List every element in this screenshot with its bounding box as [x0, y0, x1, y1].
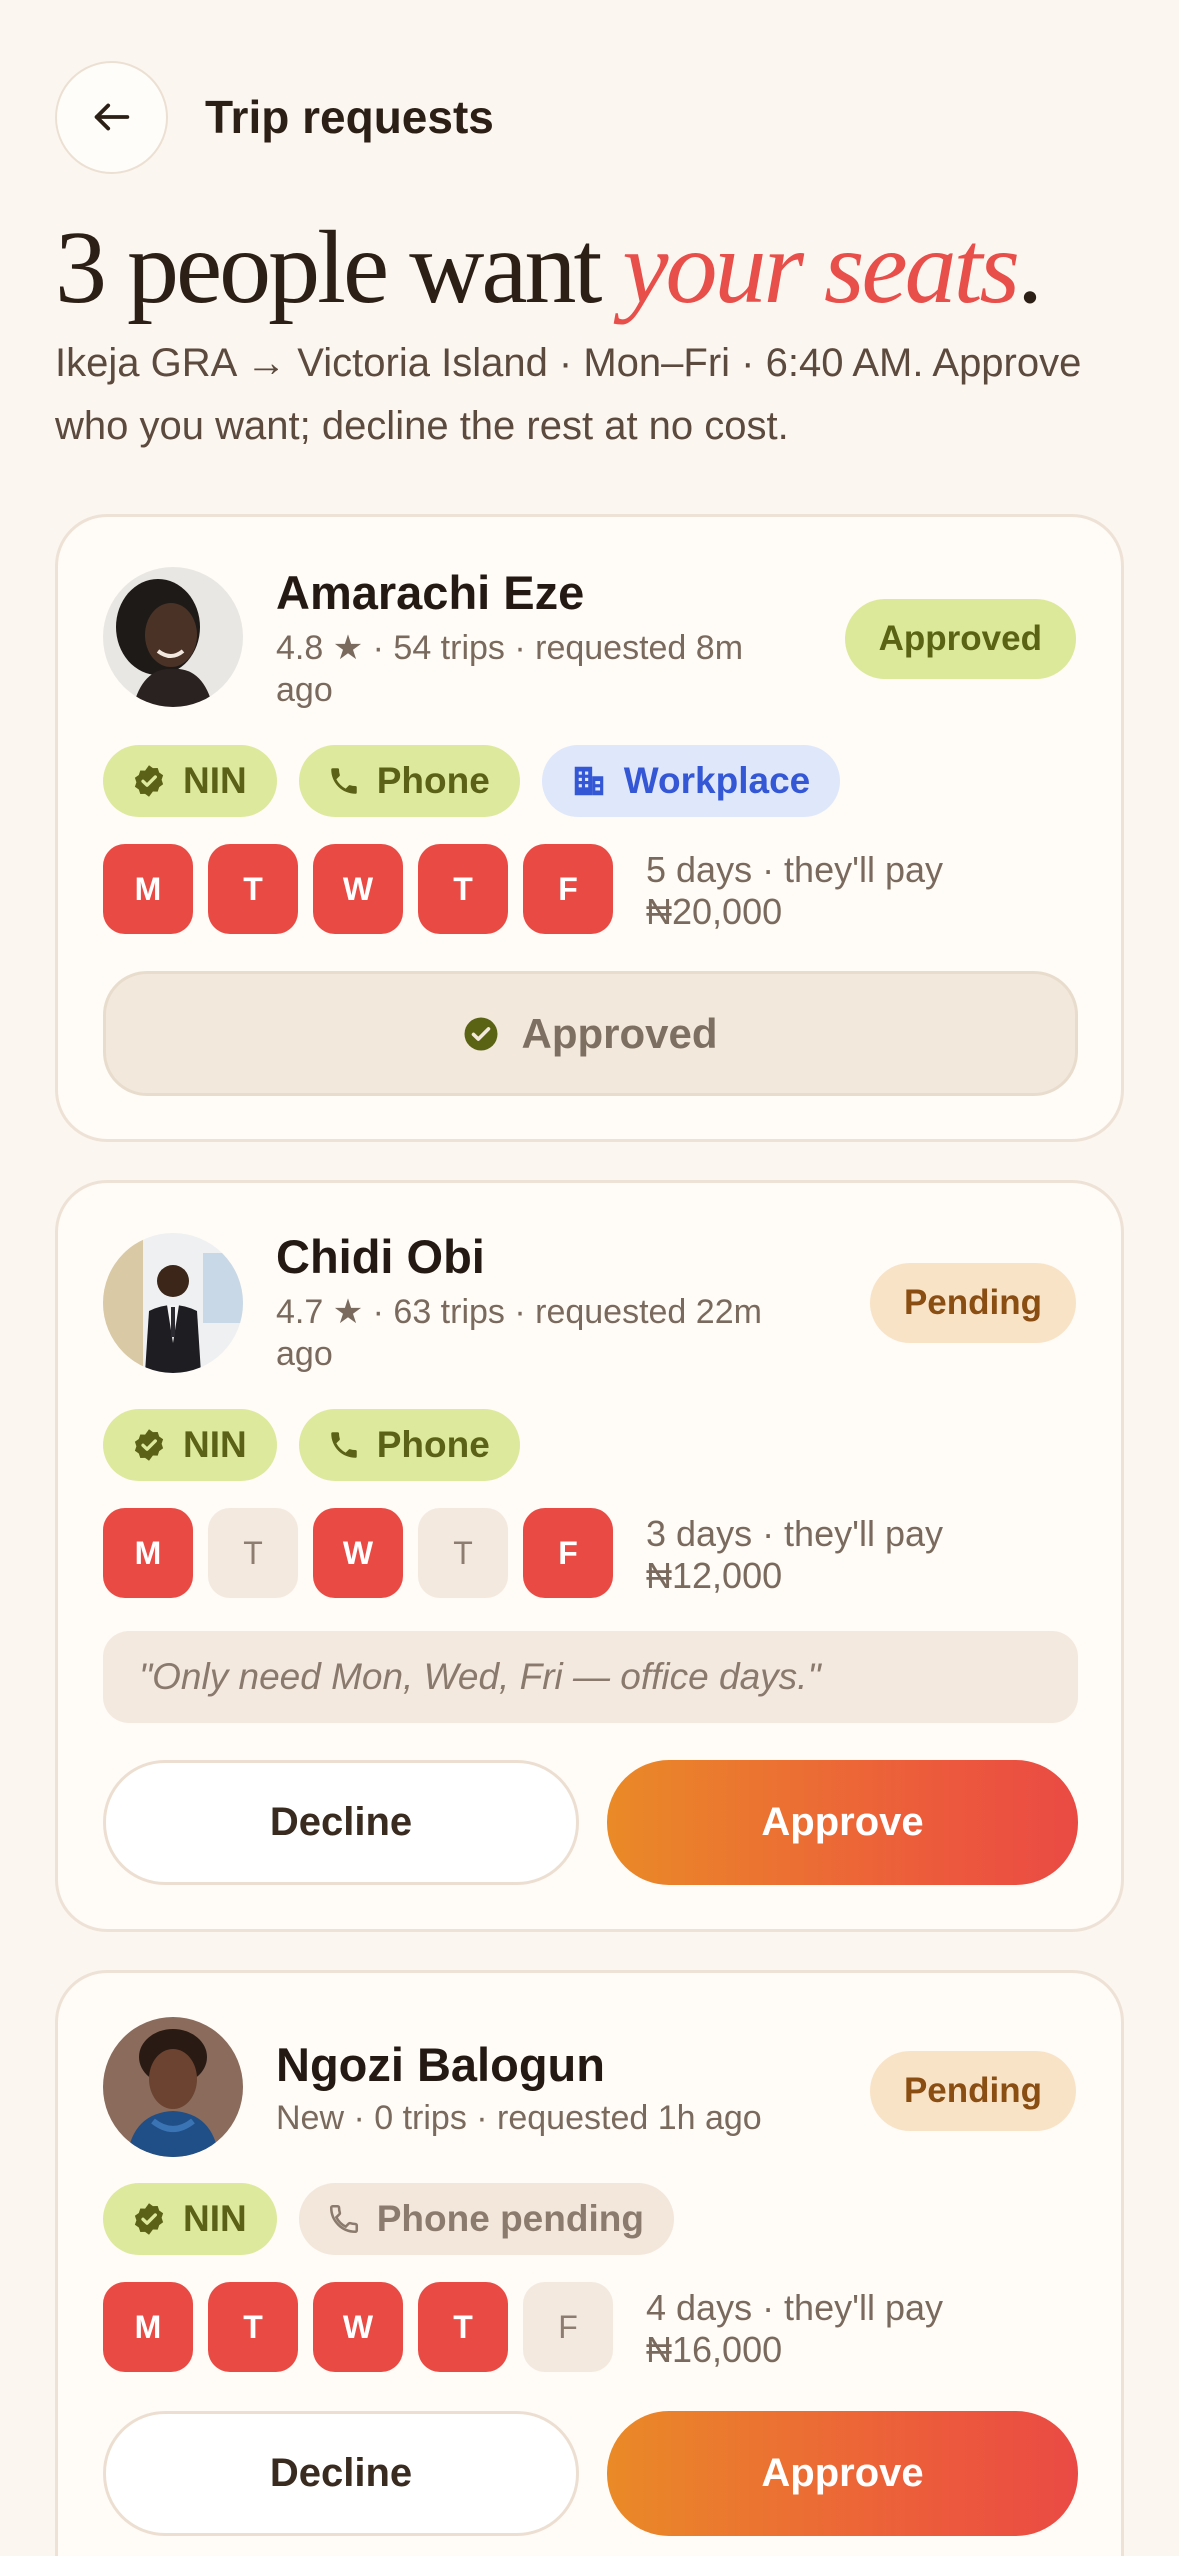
verified-badge-icon — [134, 765, 164, 797]
payment-amount: ₦20,000 — [646, 891, 783, 932]
day-friday: F — [523, 844, 613, 934]
day-monday: M — [103, 844, 193, 934]
requester-meta: New · 0 trips · requested 1h ago — [276, 2099, 762, 2137]
approved-state-button: Approved — [103, 971, 1078, 1096]
action-buttons: Decline Approve — [103, 2411, 1078, 2536]
chip-label: Workplace — [623, 760, 811, 801]
phone-chip: Phone — [298, 745, 520, 817]
day-tuesday: T — [208, 2282, 298, 2372]
day-tuesday: T — [208, 844, 298, 934]
chip-label: Phone pending — [376, 2198, 644, 2239]
payment-days: 5 days · they'll pay — [646, 849, 944, 890]
payment-days: 3 days · they'll pay — [646, 1513, 944, 1554]
request-card: Chidi Obi 4.7 ★ · 63 trips · requested 2… — [55, 1180, 1124, 1932]
day-wednesday: W — [313, 844, 403, 934]
decline-button[interactable]: Decline — [103, 2411, 579, 2536]
chip-label: Phone — [376, 760, 490, 801]
building-icon — [574, 766, 604, 796]
verified-badge-icon — [134, 1429, 164, 1461]
verification-chips: NIN Phone pending — [103, 2183, 674, 2255]
nin-chip: NIN — [103, 1409, 277, 1481]
payment-days: 4 days · they'll pay — [646, 2287, 944, 2328]
day-selector: M T W T F — [103, 1508, 613, 1598]
request-note: "Only need Mon, Wed, Fri — office days." — [103, 1631, 1078, 1723]
payment-amount: ₦12,000 — [646, 1555, 783, 1596]
status-badge: Approved — [844, 599, 1076, 679]
phone-icon — [330, 768, 357, 794]
day-thursday: T — [418, 844, 508, 934]
day-monday: M — [103, 1508, 193, 1598]
approved-label: Approved — [521, 1009, 718, 1057]
headline-accent: your seats — [622, 210, 1020, 325]
workplace-chip: Workplace — [541, 745, 841, 817]
payment-summary: 4 days · they'll pay ₦16,000 — [646, 2287, 1066, 2371]
payment-summary: 3 days · they'll pay ₦12,000 — [646, 1513, 1066, 1597]
back-button[interactable] — [55, 60, 168, 174]
day-selector: M T W T F — [103, 844, 613, 934]
verification-chips: NIN Phone Workplace — [103, 745, 841, 817]
day-wednesday: W — [313, 1508, 403, 1598]
chip-label: NIN — [183, 2198, 247, 2239]
action-buttons: Decline Approve — [103, 1760, 1078, 1885]
requester-meta: 4.7 ★ · 63 trips · requested 22m ago — [276, 1293, 762, 1373]
top-bar: Trip requests — [55, 60, 494, 174]
request-card: Amarachi Eze 4.8 ★ · 54 trips · requeste… — [55, 514, 1124, 1142]
requester-meta: 4.8 ★ · 54 trips · requested 8m ago — [276, 629, 744, 709]
phone-pending-chip: Phone pending — [298, 2183, 674, 2255]
payment-amount: ₦16,000 — [646, 2329, 783, 2370]
nin-chip: NIN — [103, 2183, 277, 2255]
avatar — [103, 2017, 243, 2157]
day-monday: M — [103, 2282, 193, 2372]
status-badge: Pending — [869, 2051, 1076, 2131]
request-card: Ngozi Balogun New · 0 trips · requested … — [55, 1970, 1124, 2556]
phone-icon — [330, 1432, 357, 1458]
day-friday: F — [523, 1508, 613, 1598]
avatar — [103, 567, 243, 707]
check-circle-icon — [464, 1017, 498, 1050]
chip-label: Phone — [376, 1424, 490, 1465]
requester-name: Amarachi Eze — [276, 566, 585, 619]
nin-chip: NIN — [103, 745, 277, 817]
status-badge: Pending — [869, 1263, 1076, 1343]
verified-badge-icon — [134, 2203, 164, 2235]
payment-summary: 5 days · they'll pay ₦20,000 — [646, 849, 1066, 933]
requester-name: Ngozi Balogun — [276, 2038, 605, 2091]
day-friday: F — [523, 2282, 613, 2372]
day-tuesday: T — [208, 1508, 298, 1598]
avatar — [103, 1233, 243, 1373]
arrow-left-icon — [94, 103, 129, 131]
chip-label: NIN — [183, 1424, 247, 1465]
route-summary: Ikeja GRA → Victoria Island · Mon–Fri · … — [55, 341, 1082, 448]
day-thursday: T — [418, 1508, 508, 1598]
day-wednesday: W — [313, 2282, 403, 2372]
decline-button[interactable]: Decline — [103, 1760, 579, 1885]
day-thursday: T — [418, 2282, 508, 2372]
chip-label: NIN — [183, 760, 247, 801]
page-title: Trip requests — [205, 91, 494, 143]
day-selector: M T W T F — [103, 2282, 613, 2372]
headline: 3 people want your seats. — [55, 208, 1043, 327]
headline-prefix: 3 people want — [55, 210, 623, 325]
phone-icon — [329, 2204, 358, 2234]
phone-chip: Phone — [298, 1409, 520, 1481]
approve-button[interactable]: Approve — [607, 1760, 1078, 1885]
approve-button[interactable]: Approve — [607, 2411, 1078, 2536]
headline-suffix: . — [1017, 210, 1043, 325]
verification-chips: NIN Phone — [103, 1409, 520, 1481]
requester-name: Chidi Obi — [276, 1230, 485, 1283]
